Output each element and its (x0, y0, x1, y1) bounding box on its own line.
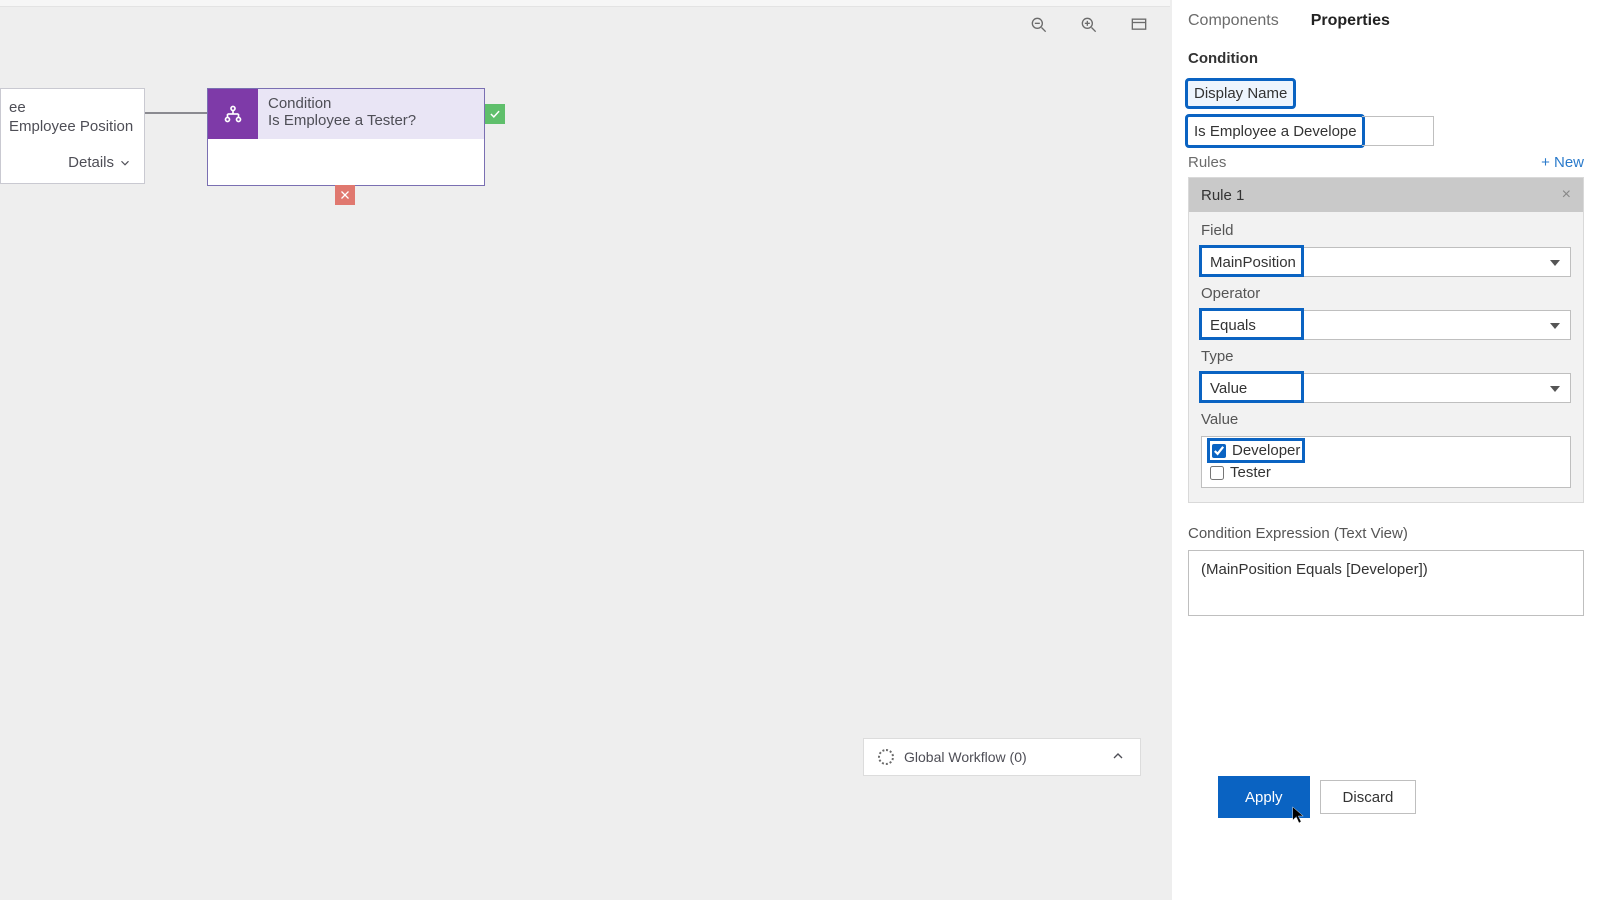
discard-button[interactable]: Discard (1320, 780, 1417, 814)
node-title-line2: Employee Position (9, 118, 136, 137)
new-rule-button[interactable]: + New (1541, 154, 1584, 171)
section-condition: Condition Display Name (1172, 44, 1600, 146)
expression-label: Condition Expression (Text View) (1172, 503, 1600, 550)
branch-true-icon[interactable] (485, 104, 505, 124)
node-details-toggle[interactable]: Details (1, 144, 144, 183)
node-type-label: Condition (268, 95, 416, 112)
tab-properties[interactable]: Properties (1311, 10, 1390, 32)
branch-false-icon[interactable] (335, 185, 355, 205)
panel-tabs: Components Properties (1172, 0, 1600, 44)
type-select-wrap: Value (1201, 373, 1571, 403)
value-option-tester[interactable]: Tester (1210, 464, 1562, 481)
panel-heading: Condition (1188, 50, 1584, 67)
node-condition[interactable]: Condition Is Employee a Tester? (207, 88, 485, 186)
node-header: Condition Is Employee a Tester? (208, 89, 484, 139)
value-option-developer[interactable]: Developer (1210, 441, 1302, 460)
value-list: Developer Tester (1201, 436, 1571, 488)
tab-components[interactable]: Components (1188, 10, 1279, 32)
global-workflow-label: Global Workflow (0) (904, 749, 1027, 765)
rule-1: Rule 1 × Field MainPosition Operator Equ… (1188, 177, 1584, 503)
display-name-input[interactable] (1190, 119, 1360, 143)
display-name-row: Display Name (1188, 81, 1584, 106)
node-name: Is Employee a Tester? (268, 112, 416, 129)
operator-value: Equals (1210, 317, 1256, 334)
field-value: MainPosition (1210, 254, 1296, 271)
rule-body: Field MainPosition Operator Equals Type … (1189, 212, 1583, 502)
operator-select-wrap: Equals (1201, 310, 1571, 340)
rules-label: Rules (1188, 154, 1226, 171)
canvas[interactable]: ee Employee Position Details (0, 0, 1170, 900)
expression-box[interactable]: (MainPosition Equals [Developer]) (1188, 550, 1584, 616)
rule-title-text: Rule 1 (1201, 187, 1244, 204)
developer-label: Developer (1232, 442, 1300, 459)
details-label: Details (68, 154, 114, 171)
connector-line (145, 112, 207, 114)
operator-select[interactable]: Equals (1201, 310, 1571, 340)
field-select-wrap: MainPosition (1201, 247, 1571, 277)
fit-screen-icon[interactable] (1128, 14, 1150, 36)
node-title-line1: ee (9, 99, 136, 118)
node-employee-position[interactable]: ee Employee Position Details (0, 88, 145, 184)
field-label: Field (1201, 222, 1571, 239)
value-label: Value (1201, 411, 1571, 428)
rule-title-bar[interactable]: Rule 1 × (1189, 178, 1583, 212)
button-row: Apply Discard (1172, 780, 1600, 814)
field-select[interactable]: MainPosition (1201, 247, 1571, 277)
type-value: Value (1210, 380, 1247, 397)
node-title: ee Employee Position (1, 89, 144, 143)
developer-checkbox[interactable] (1212, 444, 1226, 458)
properties-panel: Components Properties Condition Display … (1172, 0, 1600, 900)
global-workflow-bar[interactable]: Global Workflow (0) (863, 738, 1141, 776)
condition-icon (208, 89, 258, 139)
zoom-out-icon[interactable] (1028, 14, 1050, 36)
tester-label: Tester (1230, 464, 1271, 481)
display-name-label: Display Name (1188, 81, 1293, 106)
operator-label: Operator (1201, 285, 1571, 302)
type-label: Type (1201, 348, 1571, 365)
close-icon[interactable]: × (1562, 186, 1571, 204)
zoom-in-icon[interactable] (1078, 14, 1100, 36)
rules-header: Rules + New (1172, 146, 1600, 177)
chevron-up-icon (1110, 748, 1126, 767)
apply-highlight: Apply (1222, 780, 1306, 814)
canvas-toolbar (1028, 14, 1150, 36)
spinner-icon (878, 749, 894, 765)
type-select[interactable]: Value (1201, 373, 1571, 403)
tester-checkbox[interactable] (1210, 466, 1224, 480)
node-titles: Condition Is Employee a Tester? (258, 89, 426, 139)
canvas-topbar (0, 0, 1170, 7)
apply-button[interactable]: Apply (1222, 780, 1306, 814)
display-name-input-wrap (1188, 116, 1434, 146)
